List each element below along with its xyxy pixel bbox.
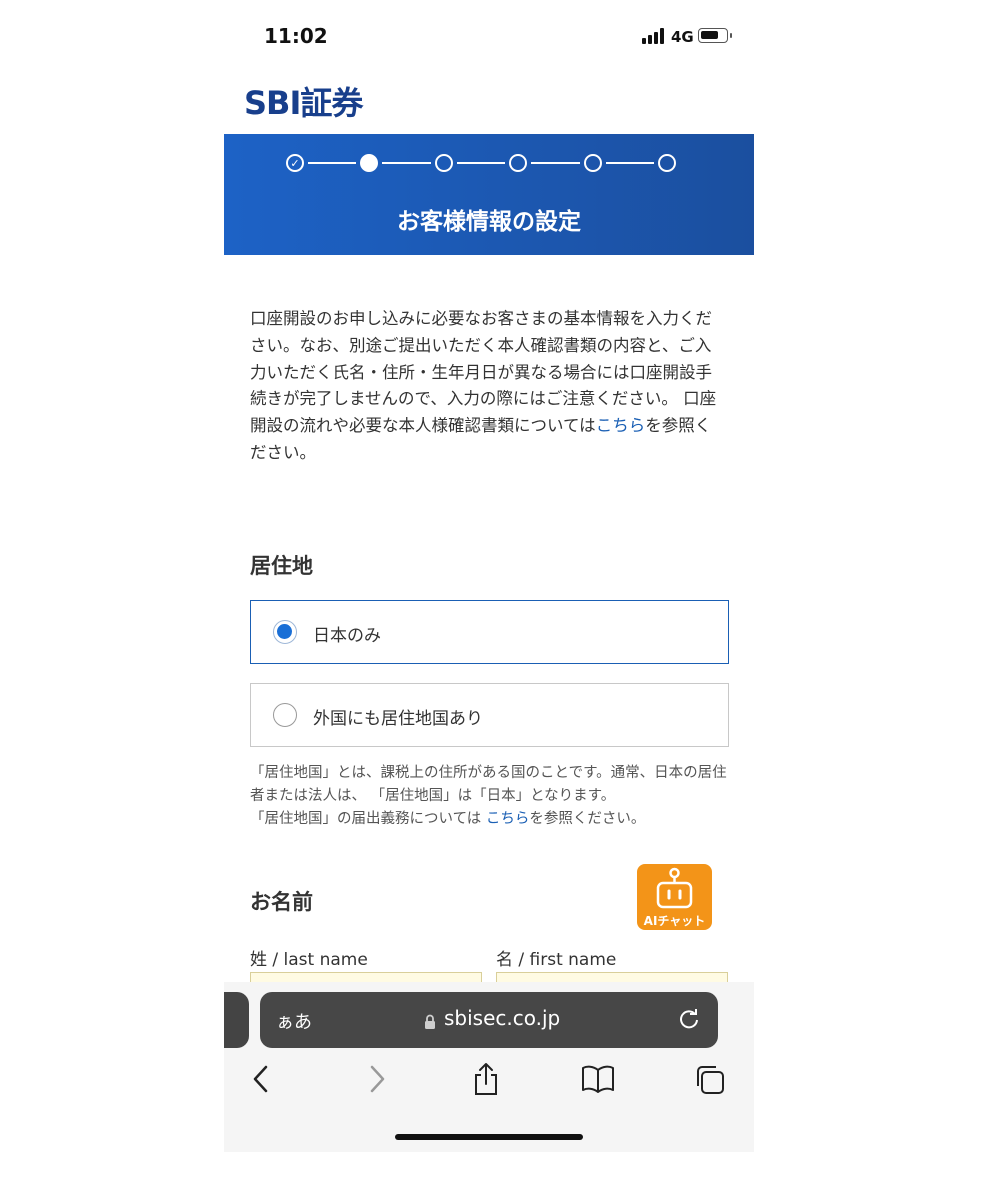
radio-unselected-icon[interactable] [273,703,297,727]
back-icon[interactable] [250,1064,274,1094]
battery-icon [698,28,728,43]
forward-icon[interactable] [364,1064,388,1094]
page-settings-button[interactable]: ぁあ [276,1008,312,1034]
bookmarks-icon[interactable] [581,1064,615,1094]
browser-bottom-bar: ぁあ sbisec.co.jp [224,982,754,1152]
battery-tip [730,33,732,38]
sbi-logo[interactable]: SBI証券 [244,78,363,124]
reload-icon[interactable] [678,1008,700,1030]
step-current-icon [360,154,379,172]
previous-tab-peek[interactable] [224,992,249,1048]
robot-icon [656,867,693,909]
page-title: お客様情報の設定 [397,209,581,235]
step-completed-check-icon: ✓ [286,154,304,172]
note-line-2-post: を参照ください。 [529,811,646,827]
ai-chat-button[interactable]: AIチャット [637,864,712,930]
phone-screen: 11:02 4G SBI証券 ✓ お客様情報の設定 口座開設のお申し込みに必要な… [224,0,754,1152]
ai-chat-label: AIチャット [643,914,706,928]
progress-steps: ✓ [286,152,686,174]
first-name-label: 名 / first name [496,950,617,970]
progress-connector [308,162,357,164]
url-domain: sbisec.co.jp [444,1006,561,1030]
note-line-2-pre: 「居住地国」の届出義務については [250,811,486,827]
step-banner: ✓ お客様情報の設定 [224,134,754,255]
lock-icon [425,1014,435,1029]
step-pending-icon [583,154,602,172]
step-pending-icon [434,154,453,172]
tabs-icon[interactable] [694,1064,726,1096]
last-name-label: 姓 / last name [250,950,368,970]
signal-icon [642,28,664,44]
share-icon[interactable] [472,1062,500,1096]
option-label: 日本のみ [313,626,381,646]
step-pending-icon [509,154,528,172]
residence-note: 「居住地国」とは、課税上の住所がある国のことです。通常、日本の居住者または法人は… [250,762,730,831]
home-indicator [395,1134,583,1140]
intro-link[interactable]: こちら [596,416,646,435]
note-link[interactable]: こちら [486,811,530,827]
name-heading: お名前 [250,890,313,914]
residence-option-foreign[interactable]: 外国にも居住地国あり [250,683,729,747]
status-bar: 11:02 4G [224,0,754,70]
address-bar[interactable]: ぁあ sbisec.co.jp [260,992,718,1048]
progress-connector [456,162,506,164]
status-time: 11:02 [264,24,328,48]
radio-selected-icon[interactable] [273,620,297,644]
residence-option-japan[interactable]: 日本のみ [250,600,729,664]
intro-text: 口座開設のお申し込みに必要なお客さまの基本情報を入力ください。なお、別途ご提出い… [250,306,725,467]
note-line-1: 「居住地国」とは、課税上の住所がある国のことです。通常、日本の居住者または法人は… [250,765,727,804]
progress-connector [605,162,654,164]
step-pending-icon [658,154,676,172]
option-label: 外国にも居住地国あり [313,709,483,729]
progress-connector [382,162,431,164]
progress-connector [531,162,580,164]
network-label: 4G [671,28,694,46]
residence-heading: 居住地 [250,554,313,578]
